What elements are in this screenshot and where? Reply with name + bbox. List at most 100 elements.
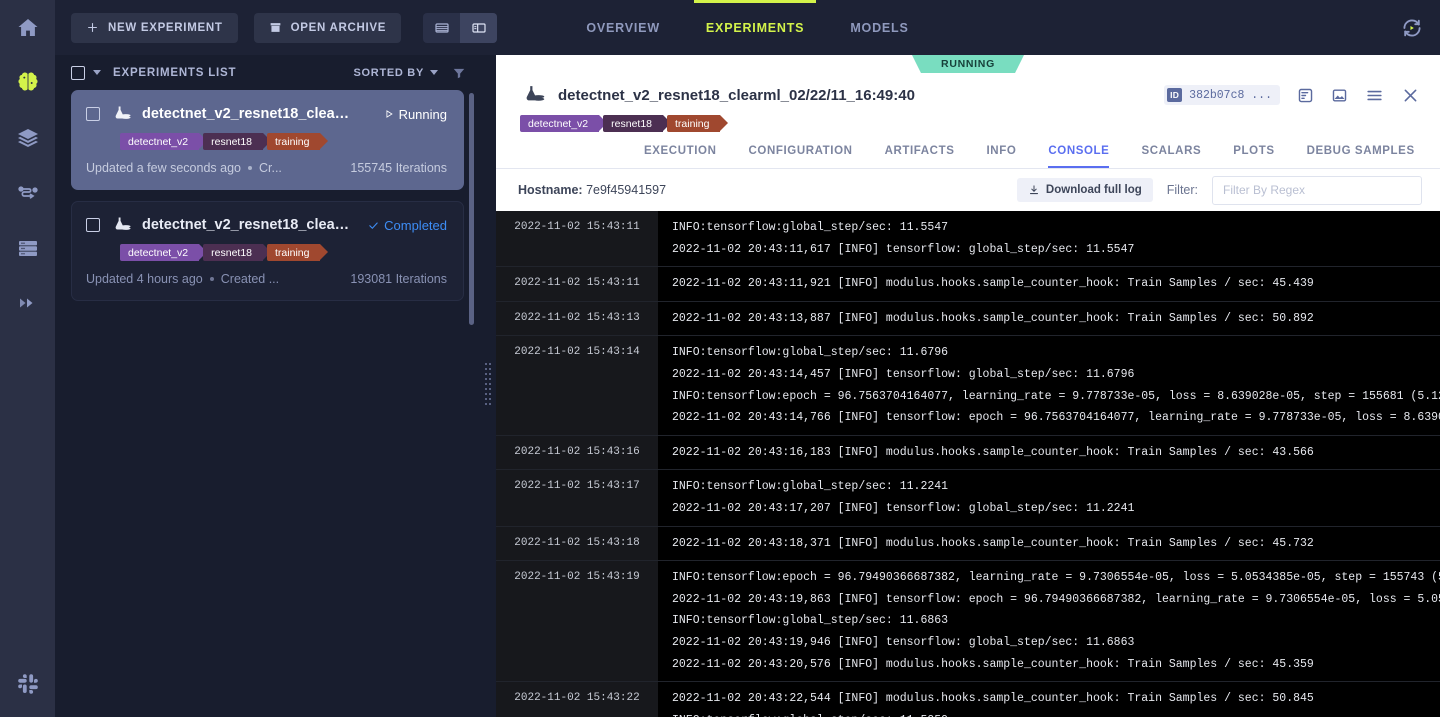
nav-tab-experiments[interactable]: EXPERIMENTS <box>706 0 804 55</box>
panel-resize-handle[interactable] <box>480 55 496 717</box>
open-archive-button[interactable]: OPEN ARCHIVE <box>254 13 402 43</box>
tab-debug-samples[interactable]: DEBUG SAMPLES <box>1307 145 1415 168</box>
console-log[interactable]: 2022-11-02 15:43:11 INFO:tensorflow:glob… <box>496 211 1440 717</box>
log-lines: 2022-11-02 20:43:13,887 [INFO] modulus.h… <box>658 302 1440 336</box>
log-timestamp: 2022-11-02 15:43:14 <box>496 336 658 434</box>
play-triangle-icon <box>384 109 394 119</box>
detail-header: detectnet_v2_resnet18_clearml_02/22/11_1… <box>496 73 1440 132</box>
log-timestamp: 2022-11-02 15:43:17 <box>496 470 658 525</box>
tag-chip[interactable]: resnet18 <box>203 244 263 261</box>
log-group: 2022-11-02 15:43:22 2022-11-02 20:43:22,… <box>496 682 1440 717</box>
download-full-log-label: Download full log <box>1046 184 1142 196</box>
log-line: 2022-11-02 20:43:19,863 [INFO] tensorflo… <box>672 589 1440 611</box>
auto-refresh-button[interactable] <box>1396 12 1428 44</box>
log-line: 2022-11-02 20:43:14,766 [INFO] tensorflo… <box>672 407 1440 429</box>
experiment-checkbox[interactable] <box>86 107 100 121</box>
table-view-button[interactable] <box>423 13 460 43</box>
log-lines: 2022-11-02 20:43:11,921 [INFO] modulus.h… <box>658 267 1440 301</box>
tab-info[interactable]: INFO <box>987 145 1017 168</box>
detail-tabs: EXECUTION CONFIGURATION ARTIFACTS INFO C… <box>496 132 1440 169</box>
filter-input[interactable] <box>1212 176 1422 205</box>
nav-tab-models[interactable]: MODELS <box>850 0 908 55</box>
log-line: INFO:tensorflow:epoch = 96.7563704164077… <box>672 386 1440 408</box>
log-line: INFO:tensorflow:global_step/sec: 11.5959 <box>672 710 1440 717</box>
tag-chip[interactable]: resnet18 <box>203 133 263 150</box>
experiment-id-value: 382b07c8 ... <box>1189 89 1272 102</box>
new-experiment-button[interactable]: NEW EXPERIMENT <box>71 13 238 43</box>
tag-chip[interactable]: training <box>267 133 320 150</box>
log-group: 2022-11-02 15:43:19 INFO:tensorflow:epoc… <box>496 561 1440 682</box>
experiment-id-badge[interactable]: ID 382b07c8 ... <box>1164 85 1280 105</box>
log-group: 2022-11-02 15:43:14 INFO:tensorflow:glob… <box>496 336 1440 435</box>
tab-plots[interactable]: PLOTS <box>1233 145 1274 168</box>
sort-by-button[interactable]: SORTED BY <box>354 67 438 79</box>
pipelines-icon[interactable] <box>0 165 55 220</box>
experiment-status-label: Running <box>399 107 447 122</box>
image-icon[interactable] <box>1331 87 1348 104</box>
open-archive-label: OPEN ARCHIVE <box>291 22 387 34</box>
experiments-list-scroll[interactable]: detectnet_v2_resnet18_clearml_02/... Run… <box>55 90 480 717</box>
log-lines: INFO:tensorflow:global_step/sec: 11.5547… <box>658 211 1440 266</box>
tag-chip[interactable]: detectnet_v2 <box>120 133 199 150</box>
nav-tab-overview[interactable]: OVERVIEW <box>586 0 660 55</box>
select-all-checkbox[interactable] <box>71 66 85 80</box>
list-header-actions: SORTED BY <box>354 66 466 80</box>
tab-console[interactable]: CONSOLE <box>1048 145 1109 168</box>
log-group: 2022-11-02 15:43:11 INFO:tensorflow:glob… <box>496 211 1440 267</box>
log-lines: 2022-11-02 20:43:16,183 [INFO] modulus.h… <box>658 436 1440 470</box>
log-line: 2022-11-02 20:43:11,617 [INFO] tensorflo… <box>672 239 1440 261</box>
reports-chevrons-icon[interactable] <box>0 275 55 330</box>
filter-funnel-icon[interactable] <box>452 66 466 80</box>
experiment-card[interactable]: detectnet_v2_resnet18_clearml_02/... Run… <box>71 90 464 190</box>
log-line: 2022-11-02 20:43:16,183 [INFO] modulus.h… <box>672 442 1440 464</box>
experiment-iterations: 193081 Iterations <box>350 272 447 286</box>
log-group: 2022-11-02 15:43:11 2022-11-02 20:43:11,… <box>496 267 1440 302</box>
download-full-log-button[interactable]: Download full log <box>1017 178 1153 202</box>
experiments-list-scrollbar[interactable] <box>469 93 474 325</box>
experiment-card-row: detectnet_v2_resnet18_clearml_02/... Run… <box>86 105 447 123</box>
home-icon[interactable] <box>0 0 55 55</box>
log-line: INFO:tensorflow:global_step/sec: 11.6796 <box>672 342 1440 364</box>
tag-chip[interactable]: detectnet_v2 <box>520 115 599 132</box>
select-all-caret-icon[interactable] <box>93 70 101 75</box>
experiment-card[interactable]: detectnet_v2_resnet18_clearml_02/... Com… <box>71 201 464 301</box>
experiment-created: Created ... <box>221 272 279 286</box>
slack-icon[interactable] <box>0 656 55 711</box>
detail-header-row: detectnet_v2_resnet18_clearml_02/22/11_1… <box>520 84 1420 106</box>
experiment-card-row: detectnet_v2_resnet18_clearml_02/... Com… <box>86 216 447 234</box>
experiment-checkbox[interactable] <box>86 218 100 232</box>
experiment-tags: detectnet_v2 resnet18 training <box>120 244 447 261</box>
tag-chip[interactable]: training <box>267 244 320 261</box>
projects-brain-icon[interactable] <box>0 55 55 110</box>
tab-configuration[interactable]: CONFIGURATION <box>749 145 853 168</box>
tab-scalars[interactable]: SCALARS <box>1141 145 1201 168</box>
experiment-tags: detectnet_v2 resnet18 training <box>120 133 447 150</box>
log-line: INFO:tensorflow:global_step/sec: 11.5547 <box>672 217 1440 239</box>
log-line: 2022-11-02 20:43:11,921 [INFO] modulus.h… <box>672 273 1440 295</box>
experiment-updated: Updated a few seconds ago <box>86 161 241 175</box>
tag-chip[interactable]: detectnet_v2 <box>120 244 199 261</box>
datasets-layers-icon[interactable] <box>0 110 55 165</box>
log-group: 2022-11-02 15:43:16 2022-11-02 20:43:16,… <box>496 436 1440 471</box>
experiment-title: detectnet_v2_resnet18_clearml_02/22/11_1… <box>558 87 915 104</box>
experiment-updated: Updated 4 hours ago <box>86 272 203 286</box>
log-timestamp: 2022-11-02 15:43:19 <box>496 561 658 681</box>
status-badge-wrap: RUNNING <box>496 55 1440 73</box>
close-icon[interactable] <box>1401 86 1420 105</box>
log-timestamp: 2022-11-02 15:43:18 <box>496 527 658 561</box>
experiment-type-icon <box>110 105 132 123</box>
main-column: NEW EXPERIMENT OPEN ARCHIVE OVERVIEW EXP… <box>55 0 1440 717</box>
compare-icon[interactable] <box>1297 87 1314 104</box>
tag-chip[interactable]: resnet18 <box>603 115 663 132</box>
experiment-iterations: 155745 Iterations <box>350 161 447 175</box>
experiment-name: detectnet_v2_resnet18_clearml_02/... <box>142 217 352 233</box>
split-view-button[interactable] <box>460 13 497 43</box>
workers-server-icon[interactable] <box>0 220 55 275</box>
tab-execution[interactable]: EXECUTION <box>644 145 717 168</box>
menu-icon[interactable] <box>1365 86 1384 105</box>
log-line: 2022-11-02 20:43:17,207 [INFO] tensorflo… <box>672 498 1440 520</box>
tab-artifacts[interactable]: ARTIFACTS <box>885 145 955 168</box>
log-lines: INFO:tensorflow:global_step/sec: 11.6796… <box>658 336 1440 434</box>
tag-chip[interactable]: training <box>667 115 720 132</box>
new-experiment-label: NEW EXPERIMENT <box>108 22 223 34</box>
